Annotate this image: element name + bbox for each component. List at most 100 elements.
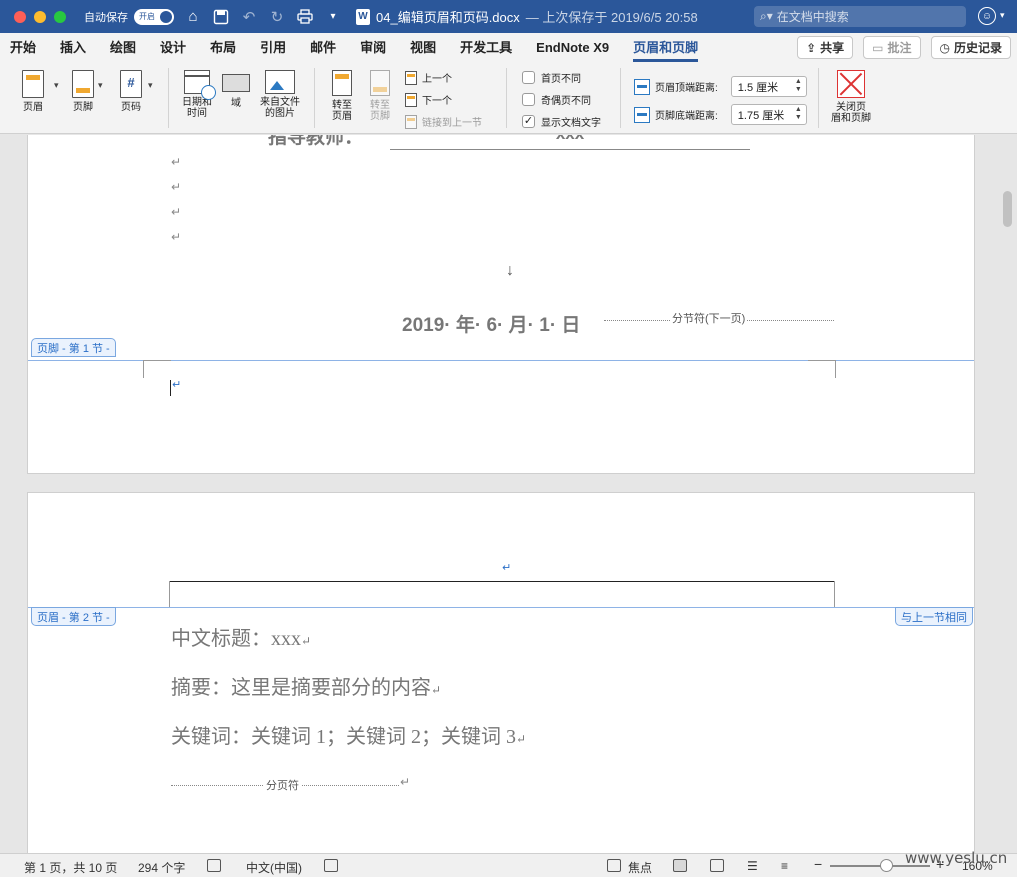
- tab-endnote[interactable]: EndNote X9: [536, 33, 609, 62]
- goto-footer-button[interactable]: 转至 页脚: [364, 70, 396, 122]
- history-button[interactable]: ◷ 历史记录: [930, 36, 1011, 59]
- zoom-window-button[interactable]: [54, 10, 66, 23]
- tab-layout[interactable]: 布局: [210, 33, 236, 62]
- close-header-footer-button[interactable]: 关闭页 眉和页脚: [826, 70, 876, 124]
- keywords-text: 关键词：关键词 1；关键词 2；关键词 3: [171, 726, 516, 748]
- proofing-icon[interactable]: [207, 859, 221, 872]
- page-number-dropdown-icon[interactable]: ▾: [148, 80, 153, 91]
- different-first-page-checkbox[interactable]: 首页不同: [522, 70, 581, 85]
- paragraph-mark: ↵: [172, 379, 182, 391]
- autosave-toggle[interactable]: 开启: [134, 8, 174, 25]
- tab-view[interactable]: 视图: [410, 33, 436, 62]
- page-number-button[interactable]: # 页码: [112, 70, 150, 113]
- save-icon[interactable]: [212, 8, 230, 26]
- paragraph-mark: ↵: [171, 155, 182, 169]
- close-label-2: 眉和页脚: [831, 113, 871, 124]
- header-button[interactable]: 页眉: [14, 70, 52, 113]
- close-window-button[interactable]: [14, 10, 26, 23]
- goto-footer-label-1: 转至: [370, 100, 390, 111]
- margin-corner: [808, 360, 836, 378]
- paragraph-mark: ↵: [400, 775, 411, 789]
- zoom-slider-knob[interactable]: [880, 859, 893, 872]
- feedback-smiley-icon[interactable]: ☺: [978, 7, 996, 25]
- header-top-stepper[interactable]: 1.5 厘米 ▲ ▼: [730, 76, 807, 97]
- stepper-arrows-icon[interactable]: ▲ ▼: [795, 78, 802, 94]
- calendar-clock-icon: [184, 70, 216, 100]
- home-icon[interactable]: ⌂: [184, 8, 202, 26]
- page-2: ↵ 页眉 - 第 2 节 - 与上一节相同 中文标题：xxx↵ 摘要：这里是摘要…: [27, 492, 975, 853]
- language[interactable]: 中文(中国): [246, 859, 302, 876]
- history-icon: ◷: [939, 40, 950, 55]
- tab-draw[interactable]: 绘图: [110, 33, 136, 62]
- minimize-window-button[interactable]: [34, 10, 46, 23]
- footer-button[interactable]: 页脚: [64, 70, 102, 113]
- previous-label: 上一个: [422, 74, 452, 85]
- track-changes-icon[interactable]: [324, 859, 338, 872]
- outline-view-icon[interactable]: ☰: [747, 859, 761, 873]
- status-bar: 第 1 页，共 10 页 294 个字 中文(中国) 焦点 ☰ ≡ − + 16…: [0, 853, 1017, 877]
- field-icon: [222, 74, 250, 92]
- footer-bottom-stepper[interactable]: 1.75 厘米 ▲ ▼: [730, 104, 807, 125]
- footer-dropdown-icon[interactable]: ▾: [98, 80, 103, 91]
- link-to-previous-button[interactable]: 链接到上一节: [405, 114, 482, 129]
- ribbon-separator: [506, 68, 507, 128]
- picture-from-file-button[interactable]: 来自文件 的图片: [256, 70, 304, 119]
- show-document-text-checkbox[interactable]: ✓ 显示文档文字: [522, 114, 601, 129]
- word-count[interactable]: 294 个字: [138, 859, 185, 876]
- page-number-icon: #: [120, 70, 142, 98]
- vertical-scrollbar[interactable]: [1003, 191, 1012, 227]
- undo-icon[interactable]: ↶: [240, 8, 258, 26]
- paragraph-mark: ↵: [502, 562, 512, 574]
- paragraph-mark: ↵: [431, 683, 442, 697]
- zoom-out-button[interactable]: −: [814, 856, 822, 872]
- draft-view-icon[interactable]: ≡: [781, 859, 795, 873]
- chevron-down-icon[interactable]: ▾: [1000, 10, 1005, 21]
- redo-icon[interactable]: ↻: [268, 8, 286, 26]
- search-placeholder: 在文档中搜索: [776, 10, 849, 24]
- different-odd-even-checkbox[interactable]: 奇偶页不同: [522, 92, 591, 107]
- checkbox-box: [522, 93, 535, 106]
- focus-icon[interactable]: [607, 859, 621, 872]
- tab-header-footer[interactable]: 页眉和页脚: [633, 33, 699, 62]
- tab-insert[interactable]: 插入: [60, 33, 86, 62]
- goto-header-button[interactable]: 转至 页眉: [326, 70, 358, 122]
- advisor-line: 指导教师：: [268, 135, 363, 149]
- watermark: www.yeslu.cn: [905, 849, 1008, 867]
- advisor-value: xxx: [556, 135, 584, 143]
- text-cursor[interactable]: [170, 380, 171, 396]
- comments-button[interactable]: ▭ 批注: [863, 36, 921, 59]
- print-layout-view-icon[interactable]: [673, 859, 687, 872]
- date-time-button[interactable]: 日期和 时间: [176, 70, 218, 119]
- share-button[interactable]: ⇪ 共享: [797, 36, 854, 59]
- header-dropdown-icon[interactable]: ▾: [54, 80, 59, 91]
- search-input[interactable]: ⌕▾ 在文档中搜索: [754, 6, 966, 27]
- customize-toolbar-icon[interactable]: ▾: [324, 8, 342, 26]
- previous-section-button[interactable]: 上一个: [405, 70, 452, 85]
- header-rule: [169, 581, 835, 582]
- document-area: 指导教师： xxx ↵ ↵ ↵ ↵ ↓ 2019· 年· 6· 月· 1· 日 …: [0, 135, 1017, 853]
- checkmark-icon: ✓: [522, 115, 535, 128]
- tab-review[interactable]: 审阅: [360, 33, 386, 62]
- focus-label[interactable]: 焦点: [628, 859, 652, 876]
- link-icon: [405, 114, 417, 129]
- footer-label: 页脚: [73, 102, 93, 113]
- print-icon[interactable]: [296, 8, 314, 26]
- field-button[interactable]: 域: [220, 70, 252, 109]
- tab-mailings[interactable]: 邮件: [310, 33, 336, 62]
- paragraph-mark: ↵: [301, 634, 312, 648]
- page-info[interactable]: 第 1 页，共 10 页: [24, 859, 117, 876]
- web-layout-view-icon[interactable]: [710, 859, 724, 872]
- goto-footer-icon: [370, 70, 390, 96]
- tab-references[interactable]: 引用: [260, 33, 286, 62]
- keywords-line: 关键词：关键词 1；关键词 2；关键词 3↵: [171, 720, 526, 749]
- goto-header-label-2: 页眉: [332, 111, 352, 122]
- tab-developer[interactable]: 开发工具: [460, 33, 512, 62]
- header-section-2-tag: 页眉 - 第 2 节 -: [31, 607, 116, 626]
- title-bar: 自动保存 开启 ⌂ ↶ ↻ ▾ W 04_编辑页眉和页码.docx — 上次保存…: [0, 0, 1017, 33]
- tab-home[interactable]: 开始: [10, 33, 36, 62]
- picture-label-1: 来自文件: [260, 97, 300, 108]
- next-section-button[interactable]: 下一个: [405, 92, 452, 107]
- stepper-arrows-icon[interactable]: ▲ ▼: [795, 106, 802, 122]
- tab-design[interactable]: 设计: [160, 33, 186, 62]
- chinese-title: 中文标题：xxx↵: [171, 622, 311, 651]
